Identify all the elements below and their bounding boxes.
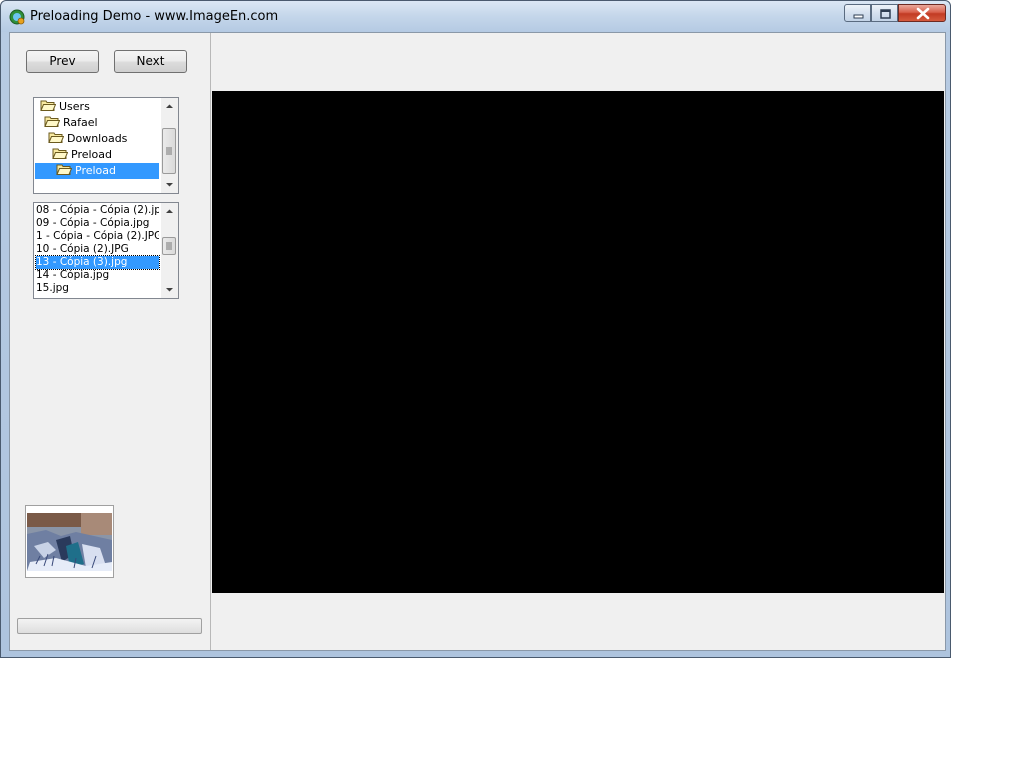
open-folder-icon <box>56 164 72 175</box>
grip-icon <box>166 242 172 250</box>
tree-item-label: Rafael <box>63 116 98 129</box>
tree-item-label: Preload <box>71 148 112 161</box>
minimize-button[interactable] <box>844 4 871 22</box>
tree-item-label: Users <box>59 100 90 113</box>
scroll-up-arrow-icon[interactable] <box>161 98 178 115</box>
file-list-scrollbar[interactable] <box>161 203 178 298</box>
preloaded-image-thumbnail <box>27 513 112 571</box>
list-item[interactable]: 08 - Cópia - Cópia (2).jpg <box>36 204 159 217</box>
title-bar[interactable]: Preloading Demo - www.ImageEn.com <box>1 1 950 32</box>
left-panel: Prev Next Users Rafael Downloads Preload… <box>10 33 211 650</box>
tree-item-rafael[interactable]: Rafael <box>44 115 98 131</box>
scroll-up-arrow-icon[interactable] <box>161 203 178 220</box>
tree-item-users[interactable]: Users <box>40 99 90 115</box>
scroll-down-arrow-icon[interactable] <box>161 176 178 193</box>
prev-button[interactable]: Prev <box>26 50 99 73</box>
list-item-selected[interactable]: 13 - Cópia (3).jpg <box>35 255 160 270</box>
list-item[interactable]: 15.jpg <box>36 282 159 295</box>
maximize-button[interactable] <box>871 4 898 22</box>
minimize-icon <box>853 14 864 19</box>
open-folder-icon <box>52 148 68 159</box>
folder-tree-scrollbar[interactable] <box>161 98 178 193</box>
close-icon <box>916 7 930 20</box>
list-item[interactable]: 10 - Cópia (2).JPG <box>36 243 159 256</box>
list-item[interactable]: 1 - Cópia - Cópia (2).JPG <box>36 230 159 243</box>
file-list[interactable]: 08 - Cópia - Cópia (2).jpg 09 - Cópia - … <box>33 202 179 299</box>
grip-icon <box>166 147 172 155</box>
open-folder-icon <box>44 116 60 127</box>
scrollbar-thumb[interactable] <box>162 237 176 255</box>
tree-item-label: Downloads <box>67 132 128 145</box>
scrollbar-thumb[interactable] <box>162 128 176 174</box>
scroll-down-arrow-icon[interactable] <box>161 281 178 298</box>
list-item[interactable]: 14 - Cópia.jpg <box>36 269 159 282</box>
client-area: Prev Next Users Rafael Downloads Preload… <box>9 32 946 651</box>
loading-progress-bar <box>17 618 202 634</box>
tree-item-preload-selected[interactable]: Preload <box>35 163 159 179</box>
list-item[interactable]: 09 - Cópia - Cópia.jpg <box>36 217 159 230</box>
open-folder-icon <box>48 132 64 143</box>
open-folder-icon <box>40 100 56 111</box>
window-title: Preloading Demo - www.ImageEn.com <box>30 9 279 24</box>
maximize-icon <box>880 9 891 19</box>
image-viewer[interactable] <box>212 91 944 593</box>
tree-item-label: Preload <box>75 164 116 177</box>
close-button[interactable] <box>898 4 946 22</box>
application-window: Preloading Demo - www.ImageEn.com Prev N… <box>0 0 951 658</box>
image-thumbnail[interactable] <box>25 505 114 578</box>
imageen-app-icon <box>9 9 25 25</box>
folder-tree[interactable]: Users Rafael Downloads Preload Preload <box>33 97 179 194</box>
next-button[interactable]: Next <box>114 50 187 73</box>
tree-item-downloads[interactable]: Downloads <box>48 131 127 147</box>
tree-item-preload[interactable]: Preload <box>52 147 112 163</box>
